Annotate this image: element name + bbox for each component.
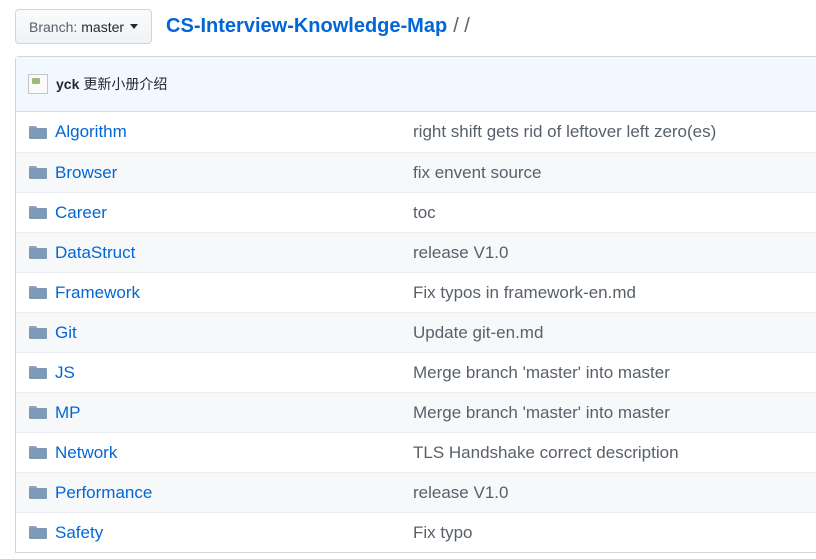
file-row: JS Merge branch 'master' into master — [16, 352, 816, 392]
branch-select-button[interactable]: Branch: master — [15, 9, 153, 44]
folder-icon — [29, 446, 47, 459]
commit-message-link[interactable]: release V1.0 — [413, 243, 508, 263]
commit-message[interactable]: 更新小册介绍 — [83, 74, 167, 94]
file-row: Safety Fix typo — [16, 512, 816, 552]
file-row: DataStruct release V1.0 — [16, 232, 816, 272]
file-row: MP Merge branch 'master' into master — [16, 392, 816, 432]
latest-commit-bar: yck 更新小册介绍 — [16, 57, 816, 112]
file-name-link[interactable]: Browser — [55, 163, 413, 183]
commit-message-link[interactable]: toc — [413, 203, 436, 223]
commit-message-link[interactable]: Merge branch 'master' into master — [413, 363, 670, 383]
file-name-link[interactable]: Performance — [55, 483, 413, 503]
folder-icon — [29, 486, 47, 499]
commit-message-link[interactable]: fix envent source — [413, 163, 542, 183]
file-row: Performance release V1.0 — [16, 472, 816, 512]
file-list: yck 更新小册介绍 Algorithm right shift gets ri… — [15, 56, 816, 553]
file-name-link[interactable]: JS — [55, 363, 413, 383]
file-navigation: Branch: master CS-Interview-Knowledge-Ma… — [15, 9, 470, 44]
file-row: Network TLS Handshake correct descriptio… — [16, 432, 816, 472]
breadcrumb: CS-Interview-Knowledge-Map / / — [166, 15, 470, 38]
folder-icon — [29, 286, 47, 299]
commit-message-link[interactable]: Fix typo — [413, 523, 473, 543]
commit-author[interactable]: yck — [56, 76, 79, 92]
file-name-link[interactable]: Network — [55, 443, 413, 463]
file-row: Browser fix envent source — [16, 152, 816, 192]
file-name-link[interactable]: MP — [55, 403, 413, 423]
caret-down-icon — [130, 24, 139, 29]
file-row: Framework Fix typos in framework-en.md — [16, 272, 816, 312]
file-row: Git Update git-en.md — [16, 312, 816, 352]
folder-icon — [29, 206, 47, 219]
commit-message-link[interactable]: Fix typos in framework-en.md — [413, 283, 636, 303]
folder-icon — [29, 326, 47, 339]
file-name-link[interactable]: DataStruct — [55, 243, 413, 263]
file-name-link[interactable]: Framework — [55, 283, 413, 303]
avatar[interactable] — [28, 74, 48, 94]
commit-message-link[interactable]: release V1.0 — [413, 483, 508, 503]
path-separator: / / — [453, 15, 470, 37]
file-rows: Algorithm right shift gets rid of leftov… — [16, 112, 816, 552]
commit-message-link[interactable]: right shift gets rid of leftover left ze… — [413, 122, 716, 142]
file-name-link[interactable]: Safety — [55, 523, 413, 543]
commit-message-link[interactable]: Merge branch 'master' into master — [413, 403, 670, 423]
file-name-link[interactable]: Algorithm — [55, 122, 413, 142]
folder-icon — [29, 246, 47, 259]
branch-label: Branch: — [29, 18, 78, 35]
folder-icon — [29, 406, 47, 419]
commit-message-link[interactable]: Update git-en.md — [413, 323, 543, 343]
folder-icon — [29, 166, 47, 179]
file-name-link[interactable]: Git — [55, 323, 413, 343]
repo-root-link[interactable]: CS-Interview-Knowledge-Map — [166, 15, 447, 38]
file-name-link[interactable]: Career — [55, 203, 413, 223]
folder-icon — [29, 125, 47, 139]
commit-message-link[interactable]: TLS Handshake correct description — [413, 443, 679, 463]
file-row: Algorithm right shift gets rid of leftov… — [16, 112, 816, 152]
file-row: Career toc — [16, 192, 816, 232]
folder-icon — [29, 526, 47, 539]
branch-name: master — [81, 18, 125, 35]
folder-icon — [29, 366, 47, 379]
